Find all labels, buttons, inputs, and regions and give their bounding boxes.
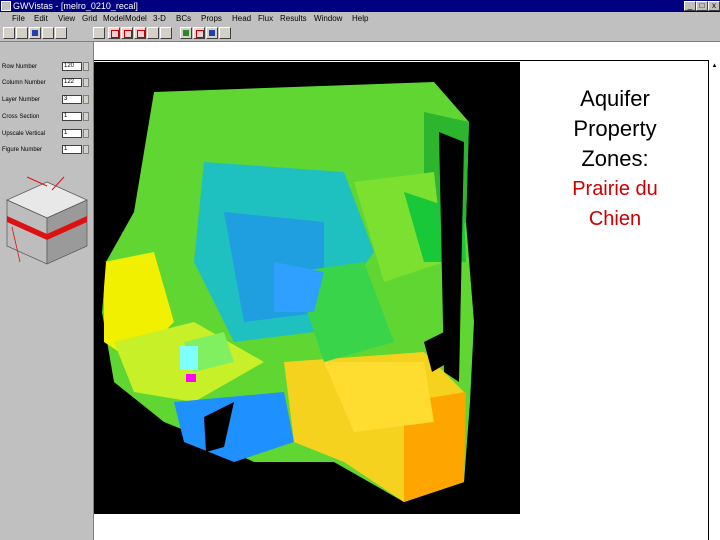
menu-file[interactable]: File — [12, 12, 25, 25]
caption-line-aquifer: Aquifer — [580, 86, 650, 111]
layer-number-field: Layer Number 3 — [2, 95, 92, 105]
menu-model[interactable]: Model — [103, 12, 125, 25]
canvas-bottom — [94, 514, 708, 540]
toolbar — [0, 25, 720, 42]
row-number-field: Row Number 120 — [2, 62, 92, 72]
canvas-top-border — [94, 60, 708, 61]
upscale-vertical-spinner[interactable] — [83, 129, 89, 138]
maximize-button[interactable]: □ — [696, 1, 708, 11]
menu-props[interactable]: Props — [201, 12, 222, 25]
menu-edit[interactable]: Edit — [34, 12, 48, 25]
cross-section-spinner[interactable] — [83, 112, 89, 121]
layer-number-label: Layer Number — [2, 97, 41, 103]
row-red-icon[interactable] — [134, 27, 146, 39]
menu-grid[interactable]: Grid — [82, 12, 97, 25]
caption-line-zones: Zones: — [581, 146, 649, 171]
caption-highlight-chien: Chien — [588, 208, 642, 230]
layer-number-input[interactable]: 3 — [62, 95, 82, 104]
grid-red-icon[interactable] — [108, 27, 120, 39]
menu-model-2[interactable]: Model — [125, 12, 147, 25]
app-icon — [1, 1, 11, 11]
menu-flux[interactable]: Flux — [258, 12, 273, 25]
aquifer-zone-map — [94, 62, 520, 514]
property-panel: Row Number 120 Column Number 122 Layer N… — [0, 42, 94, 540]
caption-highlight-prairie: Prairie du — [572, 178, 658, 200]
column-number-input[interactable]: 122 — [62, 78, 82, 87]
menu-window[interactable]: Window — [314, 12, 342, 25]
menu-help[interactable]: Help — [352, 12, 368, 25]
menu-head[interactable]: Head — [232, 12, 251, 25]
row-number-spinner[interactable] — [83, 62, 89, 71]
column-number-label: Column Number — [2, 80, 46, 86]
zoom-icon[interactable] — [219, 27, 231, 39]
map-caption: Aquifer Property Zones: Prairie du Chien — [530, 84, 700, 234]
layer-red-icon[interactable] — [121, 27, 133, 39]
menu-bcs[interactable]: BCs — [176, 12, 191, 25]
open-icon[interactable] — [16, 27, 28, 39]
new-icon[interactable] — [3, 27, 15, 39]
save-icon[interactable] — [29, 27, 41, 39]
aquifer-map[interactable] — [94, 62, 520, 514]
minimize-button[interactable]: _ — [684, 1, 696, 11]
cross-section-input[interactable]: 1 — [62, 112, 82, 121]
copy-icon[interactable] — [55, 27, 67, 39]
menu-3d[interactable]: 3-D — [153, 12, 166, 25]
title-bar: GWVistas - [melro_0210_recal] _ □ x — [0, 0, 720, 12]
cross-section-label: Cross Section — [2, 114, 40, 120]
menu-results[interactable]: Results — [280, 12, 307, 25]
cross-section-field: Cross Section 1 — [2, 112, 92, 122]
layer-number-spinner[interactable] — [83, 95, 89, 104]
column-number-spinner[interactable] — [83, 78, 89, 87]
figure-number-label: Figure Number — [2, 147, 43, 153]
menu-view[interactable]: View — [58, 12, 75, 25]
column-icon[interactable] — [147, 27, 159, 39]
section-icon[interactable] — [160, 27, 172, 39]
grid-cube-icon[interactable] — [2, 172, 92, 272]
figure-number-spinner[interactable] — [83, 145, 89, 154]
menu-bar: File Edit View Grid Model Model 3-D BCs … — [0, 12, 720, 25]
scroll-up-icon[interactable]: ▲ — [710, 62, 719, 71]
figure-number-field: Figure Number 1 — [2, 145, 92, 155]
row-number-input[interactable]: 120 — [62, 62, 82, 71]
close-button[interactable]: x — [708, 1, 720, 11]
upscale-vertical-label: Upscale Vertical — [2, 131, 46, 137]
column-number-field: Column Number 122 — [2, 78, 92, 88]
zone-red-icon[interactable] — [193, 27, 205, 39]
upscale-vertical-field: Upscale Vertical 1 — [2, 129, 92, 139]
zone-green-icon[interactable] — [180, 27, 192, 39]
window-title: GWVistas - [melro_0210_recal] — [13, 1, 138, 11]
row-number-label: Row Number — [2, 64, 38, 70]
caption-line-property: Property — [573, 116, 657, 141]
help-icon[interactable] — [93, 27, 105, 39]
upscale-vertical-input[interactable]: 1 — [62, 129, 82, 138]
zone-blue-icon[interactable] — [206, 27, 218, 39]
print-icon[interactable] — [42, 27, 54, 39]
vertical-scrollbar[interactable]: ▲ — [708, 60, 720, 540]
figure-number-input[interactable]: 1 — [62, 145, 82, 154]
